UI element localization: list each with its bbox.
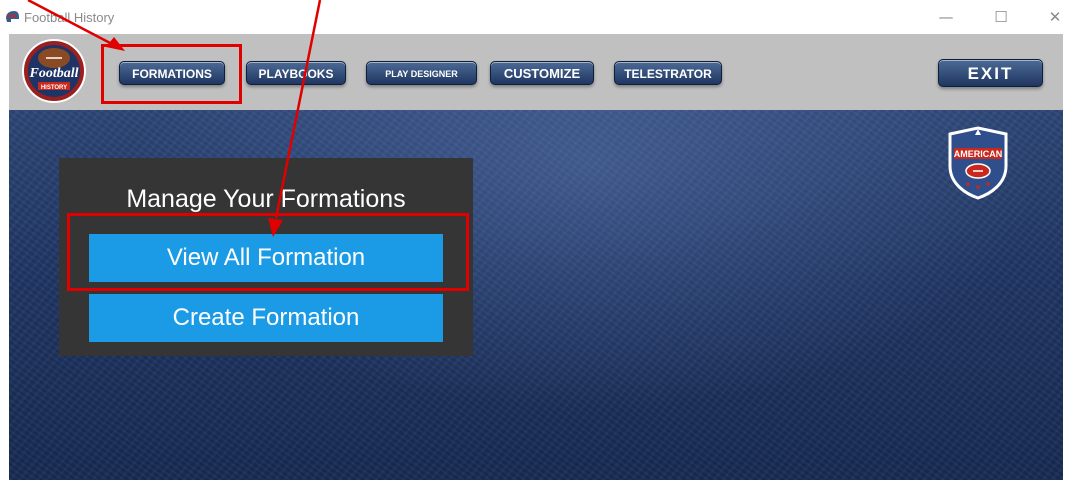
title-bar: Football History — ☐ ✕ (0, 0, 1071, 34)
view-all-highlight-box (67, 213, 469, 291)
main-content: AMERICAN Manage Your Formations View All… (9, 110, 1063, 480)
football-helmet-icon (6, 11, 19, 22)
minimize-icon[interactable]: — (931, 6, 961, 28)
football-history-logo: Football HISTORY (22, 39, 86, 103)
nav-telestrator-button[interactable]: TELESTRATOR (614, 61, 722, 85)
close-icon[interactable]: ✕ (1040, 6, 1070, 28)
american-football-badge-icon: AMERICAN (948, 126, 1008, 200)
exit-button[interactable]: EXIT (938, 59, 1043, 87)
panel-title: Manage Your Formations (126, 185, 406, 213)
window-title: Football History (24, 10, 115, 25)
nav-customize-button[interactable]: CUSTOMIZE (490, 61, 594, 85)
logo-text-main: Football (28, 66, 78, 81)
maximize-icon[interactable]: ☐ (986, 6, 1016, 28)
create-formation-button[interactable]: Create Formation (89, 294, 443, 342)
nav-play-designer-button[interactable]: PLAY DESIGNER (366, 61, 477, 85)
formations-highlight-box (101, 44, 242, 104)
logo-text-sub: HISTORY (41, 85, 67, 91)
nav-playbooks-button[interactable]: PLAYBOOKS (246, 61, 346, 85)
badge-text: AMERICAN (954, 149, 1003, 159)
